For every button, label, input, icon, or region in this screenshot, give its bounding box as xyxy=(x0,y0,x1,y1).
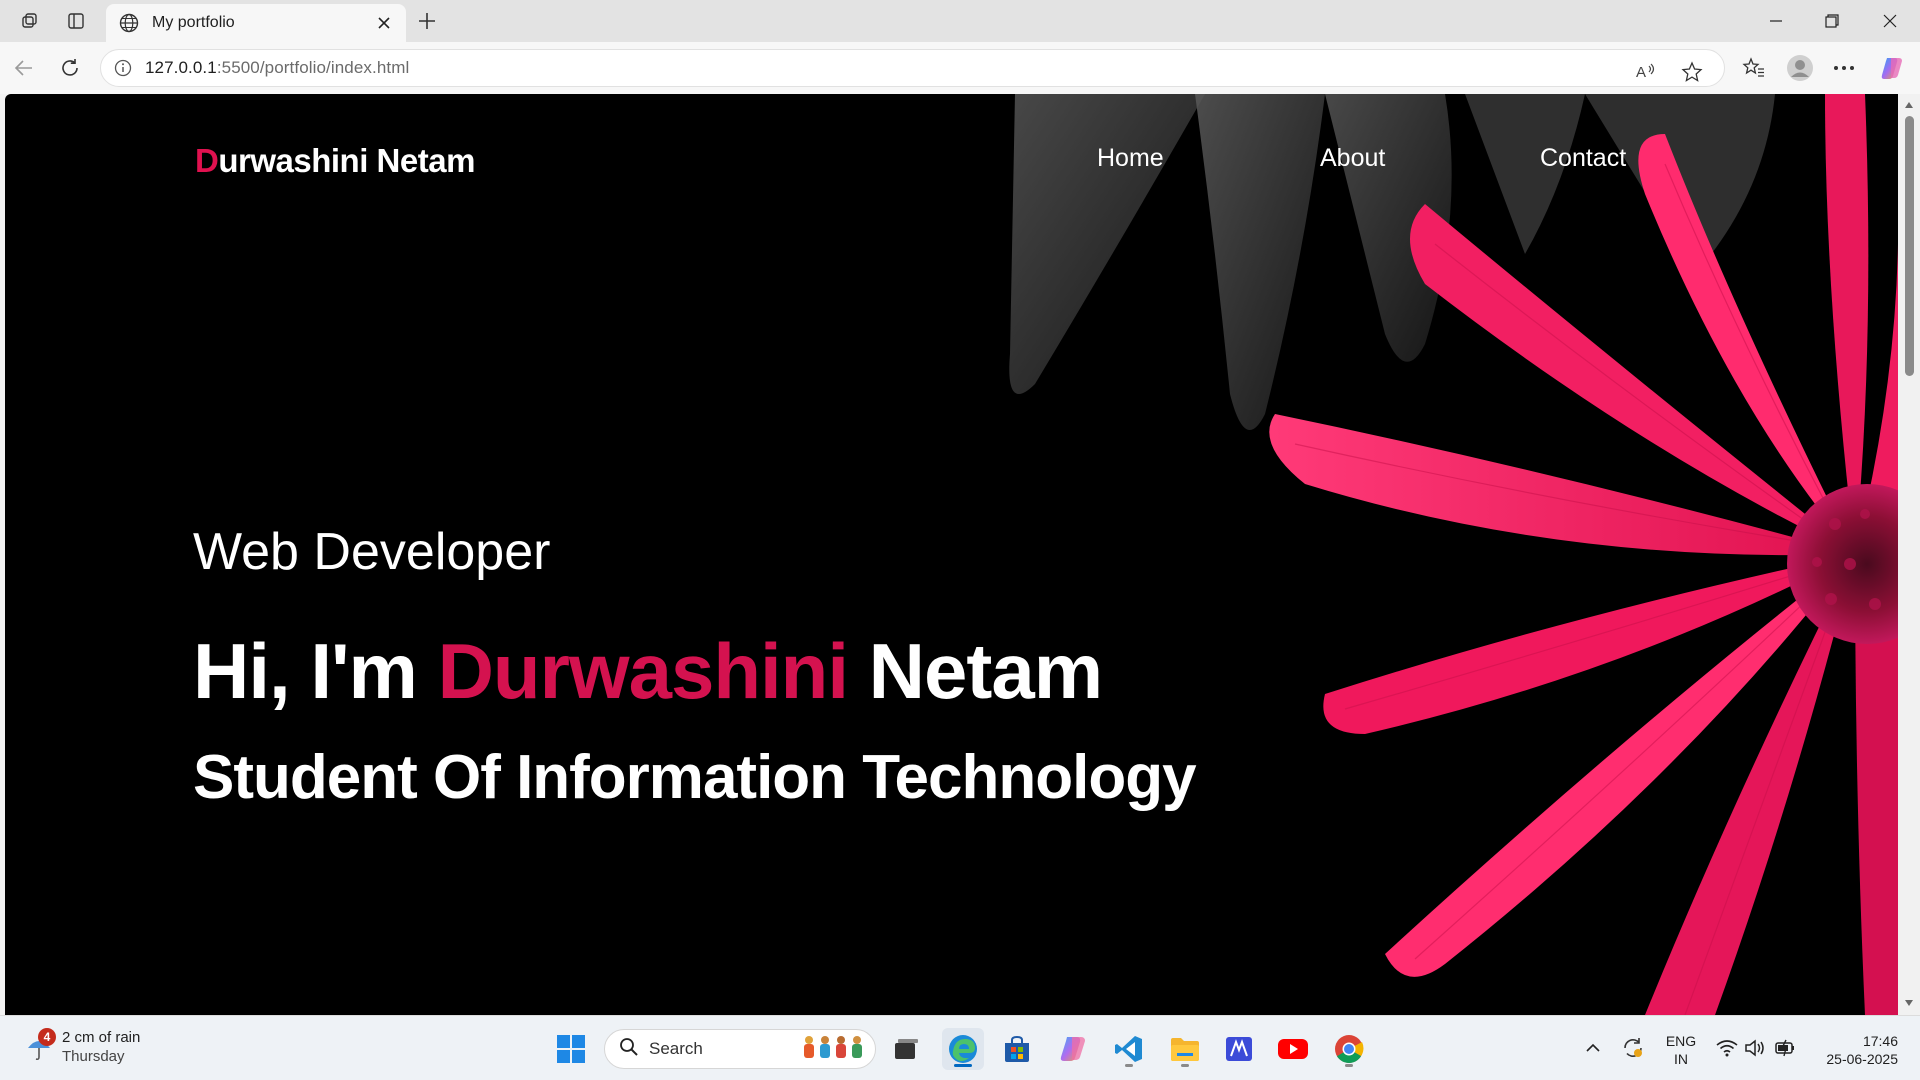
read-aloud-icon[interactable]: A xyxy=(1631,57,1661,87)
umbrella-rain-icon: 4 xyxy=(24,1028,56,1062)
battery-charging-icon[interactable] xyxy=(1772,1028,1800,1068)
hero-name-last: Netam xyxy=(848,627,1103,715)
input-language[interactable]: ENG IN xyxy=(1664,1032,1698,1068)
system-clock[interactable]: 17:46 25-06-2025 xyxy=(1812,1032,1898,1068)
page-viewport: Durwashini Netam Home About Contact Web … xyxy=(5,94,1898,1015)
copilot-icon[interactable] xyxy=(1874,50,1910,86)
active-indicator xyxy=(954,1064,972,1067)
running-indicator xyxy=(1181,1064,1189,1067)
logo-text: urwashini Netam xyxy=(218,142,475,179)
browser-toolbar: 127.0.0.1:5500/portfolio/index.html A xyxy=(0,42,1920,94)
weather-badge: 4 xyxy=(38,1028,56,1046)
language-code: ENG xyxy=(1665,1033,1697,1049)
logo-initial: D xyxy=(195,142,219,179)
nav-link-about[interactable]: About xyxy=(1320,144,1385,173)
address-bar[interactable]: 127.0.0.1:5500/portfolio/index.html A xyxy=(100,49,1725,87)
profile-avatar-icon[interactable] xyxy=(1782,50,1818,86)
close-tab-icon[interactable] xyxy=(374,13,394,33)
wifi-icon[interactable] xyxy=(1714,1028,1740,1068)
copilot-app-icon[interactable] xyxy=(1052,1028,1094,1070)
running-indicator xyxy=(1125,1064,1133,1067)
youtube-icon[interactable] xyxy=(1272,1028,1314,1070)
hero-greeting: Hi, I'm xyxy=(193,627,438,715)
search-label: Search xyxy=(649,1039,703,1058)
start-button[interactable] xyxy=(550,1028,592,1070)
running-indicator xyxy=(1345,1064,1353,1067)
restore-icon[interactable] xyxy=(1804,0,1860,42)
weather-widget[interactable]: 4 2 cm of rain Thursday xyxy=(24,1028,140,1066)
favorite-star-icon[interactable] xyxy=(1677,57,1707,87)
file-explorer-icon[interactable] xyxy=(1164,1028,1206,1070)
hero-role: Student Of Information Technology xyxy=(193,743,1197,812)
url-host: 127.0.0.1 xyxy=(145,58,217,77)
clock-date: 25-06-2025 xyxy=(1826,1051,1898,1067)
workspaces-icon[interactable] xyxy=(14,6,46,36)
globe-icon xyxy=(118,12,140,34)
new-tab-icon[interactable] xyxy=(412,6,442,36)
edge-icon[interactable] xyxy=(942,1028,984,1070)
store-icon[interactable] xyxy=(996,1028,1038,1070)
weather-condition: 2 cm of rain xyxy=(62,1029,141,1046)
sway-icon[interactable] xyxy=(1218,1028,1260,1070)
hero-name-highlight: Durwashini xyxy=(437,627,849,715)
site-logo[interactable]: Durwashini Netam xyxy=(195,142,475,180)
taskbar-search[interactable]: Search xyxy=(604,1029,876,1069)
url-path: :5500/portfolio/index.html xyxy=(216,58,410,77)
nav-link-contact[interactable]: Contact xyxy=(1540,144,1626,173)
region-code: IN xyxy=(1674,1051,1688,1067)
clock-time: 17:46 xyxy=(1862,1033,1898,1049)
search-highlight-people-icon xyxy=(801,1034,865,1065)
search-icon xyxy=(619,1037,639,1062)
vscode-icon[interactable] xyxy=(1108,1028,1150,1070)
weather-day: Thursday xyxy=(62,1048,125,1065)
page-scrollbar[interactable] xyxy=(1898,94,1920,1015)
minimize-icon[interactable] xyxy=(1748,0,1804,42)
chrome-icon[interactable] xyxy=(1328,1028,1370,1070)
sync-icon[interactable] xyxy=(1618,1028,1648,1068)
scroll-down-icon[interactable] xyxy=(1904,998,1914,1008)
favorites-icon[interactable] xyxy=(1736,50,1772,86)
more-options-icon[interactable] xyxy=(1826,50,1862,86)
volume-icon[interactable] xyxy=(1742,1028,1768,1068)
back-arrow-icon[interactable] xyxy=(6,50,42,86)
hero-heading: Hi, I'm Durwashini Netam xyxy=(193,626,1103,717)
hero-subtitle: Web Developer xyxy=(193,523,551,581)
task-view-icon[interactable] xyxy=(885,1028,927,1070)
url-text: 127.0.0.1:5500/portfolio/index.html xyxy=(145,58,409,78)
windows-taskbar: 4 2 cm of rain Thursday Search ENG IN 17… xyxy=(0,1015,1920,1080)
scroll-up-icon[interactable] xyxy=(1904,100,1914,110)
refresh-icon[interactable] xyxy=(52,50,88,86)
show-hidden-icons-chevron-icon[interactable] xyxy=(1580,1028,1606,1068)
tab-title: My portfolio xyxy=(152,14,235,31)
svg-text:A: A xyxy=(1636,64,1646,81)
nav-link-home[interactable]: Home xyxy=(1097,144,1164,173)
browser-titlebar: My portfolio xyxy=(0,0,1920,42)
site-info-icon[interactable] xyxy=(113,58,133,78)
tab-my-portfolio[interactable]: My portfolio xyxy=(106,4,406,42)
close-window-icon[interactable] xyxy=(1862,0,1918,42)
scrollbar-thumb[interactable] xyxy=(1905,116,1914,376)
vertical-tabs-icon[interactable] xyxy=(60,6,92,36)
